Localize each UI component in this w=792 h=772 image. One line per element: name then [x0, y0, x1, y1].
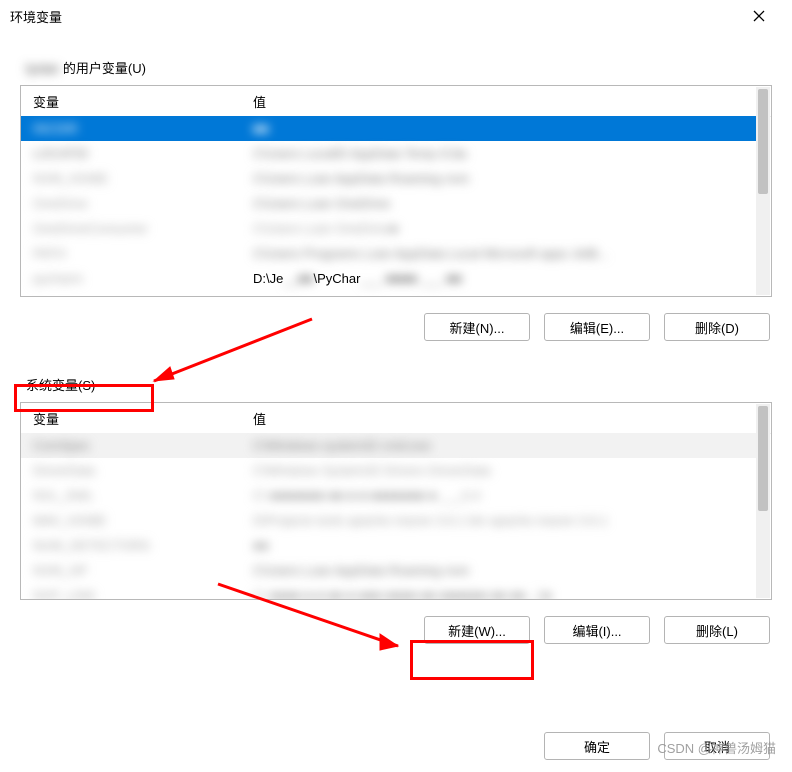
table-row[interactable]: pycharm D:\Je__■■\PyChar___ ■■■■ ___ ■■	[21, 266, 757, 291]
table-row[interactable]: NVP_LINK C\ ■■■■ ■ ■ ■■ ■ ■■■ ■■■■ ■■ ■■…	[21, 583, 757, 599]
user-del-button[interactable]: 删除(D)	[664, 313, 770, 341]
sys-edit-button[interactable]: 编辑(I)...	[544, 616, 650, 644]
table-row[interactable]: DriverData C\Windows System32 Drivers Dr…	[21, 458, 757, 483]
table-row[interactable]: OneDrive C\Users Lzan OneDrive	[21, 191, 757, 216]
user-header-value: 值	[253, 92, 771, 111]
table-row[interactable]: ComSpec C\Windows system32 cmd.exe	[21, 433, 757, 458]
table-row[interactable]: MAV_HOME D\Projects tools apache maven 3…	[21, 508, 757, 533]
sys-header-variable: 变量	[21, 409, 253, 428]
user-header-variable: 变量	[21, 92, 253, 111]
user-vars-title: lyzian 的用户变量(U)	[26, 58, 772, 77]
user-vars-list[interactable]: 变量 值 INCDIR ■■ LOCATID C\Users LocalID A…	[20, 85, 772, 297]
sys-new-button[interactable]: 新建(W)...	[424, 616, 530, 644]
user-new-button[interactable]: 新建(N)...	[424, 313, 530, 341]
dialog-title: 环境变量	[10, 7, 62, 26]
table-row[interactable]: NVM_HP C\Users Lzan AppData Roaming nvm	[21, 558, 757, 583]
table-row[interactable]: LOCATID C\Users LocalID AppData Temp iCd…	[21, 141, 757, 166]
ok-button[interactable]: 确定	[544, 732, 650, 760]
scrollbar[interactable]	[756, 87, 770, 295]
scrollbar[interactable]	[756, 404, 770, 598]
cancel-button[interactable]: 取消	[664, 732, 770, 760]
system-vars-list[interactable]: 变量 值 ComSpec C\Windows system32 cmd.exe …	[20, 402, 772, 600]
user-edit-button[interactable]: 编辑(E)...	[544, 313, 650, 341]
table-row[interactable]: NVL_SWL C\ ■■■■■■■ ■■ ■ ■ ■■■■■■■ ■ ___0…	[21, 483, 757, 508]
sys-header-value: 值	[253, 409, 771, 428]
table-row[interactable]: NUM_DETECTORS ■■	[21, 533, 757, 558]
table-row[interactable]: INCDIR ■■	[21, 116, 757, 141]
table-row[interactable]: NVM_HOME C\Users Lzan AppData Roaming nv…	[21, 166, 757, 191]
table-row[interactable]: OneDriveConsumer C\Users Lzan OneDrive■	[21, 216, 757, 241]
system-vars-title: 系统变量(S)	[26, 375, 772, 394]
table-row[interactable]: PATH C\Users Programs Lzan AppData Local…	[21, 241, 757, 266]
sys-del-button[interactable]: 删除(L)	[664, 616, 770, 644]
close-icon[interactable]	[736, 1, 782, 31]
